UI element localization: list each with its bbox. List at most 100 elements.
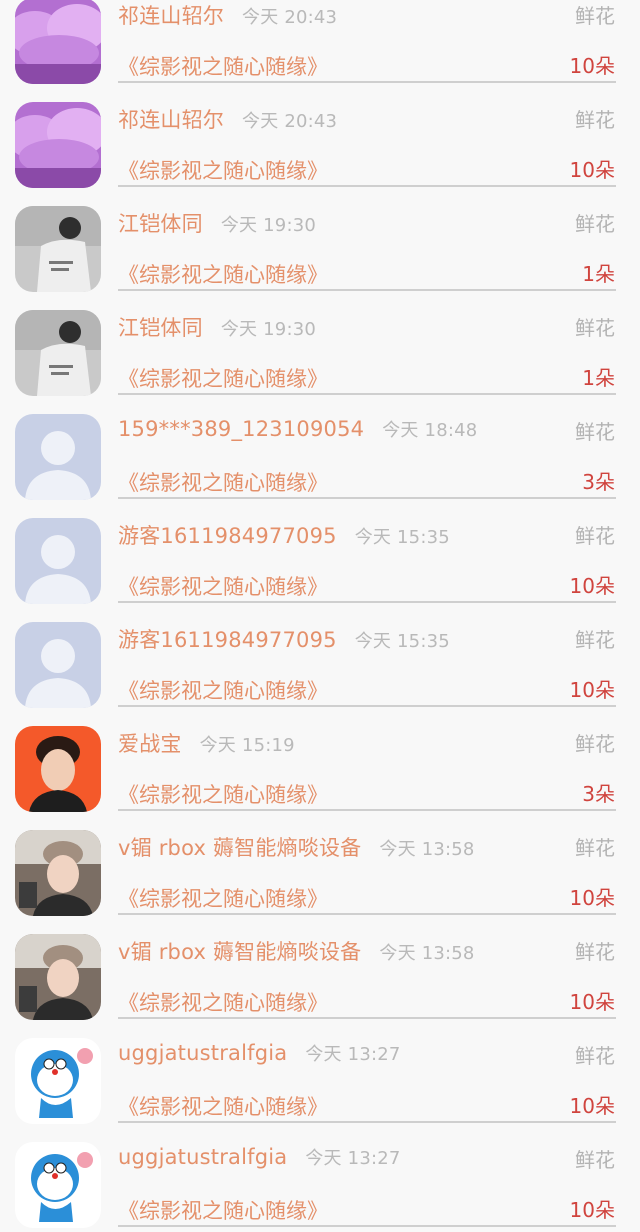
work-title-link[interactable]: 《综影视之随心随缘》 bbox=[118, 1091, 328, 1121]
grayscale-person-avatar[interactable] bbox=[15, 310, 101, 396]
gift-record-row[interactable]: 祁连山轺尔 今天 20:43 鲜花 《综影视之随心随缘》 10朵 bbox=[0, 88, 640, 192]
default-user-avatar[interactable] bbox=[15, 518, 101, 604]
row-divider bbox=[118, 185, 616, 187]
gift-count: 10朵 bbox=[569, 886, 615, 910]
row-divider bbox=[118, 1017, 616, 1019]
gift-type: 鲜花 bbox=[575, 628, 615, 652]
gift-count: 10朵 bbox=[569, 54, 615, 78]
gift-count: 10朵 bbox=[569, 678, 615, 702]
gift-record-row[interactable]: 江铠体同 今天 19:30 鲜花 《综影视之随心随缘》 1朵 bbox=[0, 296, 640, 400]
gift-time: 今天 13:58 bbox=[379, 943, 475, 964]
gift-record-row[interactable]: uggjatustralfgia 今天 13:27 鲜花 《综影视之随心随缘》 1… bbox=[0, 1024, 640, 1128]
work-title-link[interactable]: 《综影视之随心随缘》 bbox=[118, 259, 328, 289]
user-name-text: 爱战宝 bbox=[118, 732, 182, 756]
gift-record-row[interactable]: 祁连山轺尔 今天 20:43 鲜花 《综影视之随心随缘》 10朵 bbox=[0, 0, 640, 88]
user-name-text: uggjatustralfgia bbox=[118, 1041, 288, 1065]
grayscale-person-avatar[interactable] bbox=[15, 206, 101, 292]
default-user-avatar[interactable] bbox=[15, 414, 101, 500]
row-divider bbox=[118, 1121, 616, 1123]
doraemon-avatar[interactable] bbox=[15, 1038, 101, 1124]
user-name: 游客1611984977095 今天 15:35 bbox=[118, 520, 450, 550]
user-name: 游客1611984977095 今天 15:35 bbox=[118, 624, 450, 654]
user-name-text: 游客1611984977095 bbox=[118, 524, 337, 548]
work-title-link[interactable]: 《综影视之随心随缘》 bbox=[118, 51, 328, 81]
row-divider bbox=[118, 705, 616, 707]
purple-tree-avatar[interactable] bbox=[15, 0, 101, 84]
row-divider bbox=[118, 1225, 616, 1227]
gift-time: 今天 13:27 bbox=[305, 1148, 401, 1169]
doraemon-avatar[interactable] bbox=[15, 1142, 101, 1228]
purple-tree-avatar[interactable] bbox=[15, 102, 101, 188]
row-divider bbox=[118, 497, 616, 499]
gift-record-row[interactable]: 游客1611984977095 今天 15:35 鲜花 《综影视之随心随缘》 10… bbox=[0, 608, 640, 712]
gift-count: 10朵 bbox=[569, 158, 615, 182]
work-title-link[interactable]: 《综影视之随心随缘》 bbox=[118, 883, 328, 913]
gift-time: 今天 19:30 bbox=[220, 319, 317, 340]
work-title-link[interactable]: 《综影视之随心随缘》 bbox=[118, 987, 328, 1017]
user-name: 159***389_123109054 今天 18:48 bbox=[118, 416, 477, 442]
gift-type: 鲜花 bbox=[575, 108, 615, 132]
row-divider bbox=[118, 393, 616, 395]
gift-time: 今天 13:27 bbox=[305, 1044, 401, 1065]
gift-type: 鲜花 bbox=[575, 420, 615, 444]
orange-portrait-avatar[interactable] bbox=[15, 726, 101, 812]
gift-type: 鲜花 bbox=[575, 212, 615, 236]
gift-time: 今天 13:58 bbox=[379, 839, 475, 860]
gift-type: 鲜花 bbox=[575, 836, 615, 860]
default-user-avatar[interactable] bbox=[15, 622, 101, 708]
work-title-link[interactable]: 《综影视之随心随缘》 bbox=[118, 779, 328, 809]
gift-time: 今天 20:43 bbox=[242, 7, 338, 28]
work-title-link[interactable]: 《综影视之随心随缘》 bbox=[118, 1195, 328, 1225]
user-name: 爱战宝 今天 15:19 bbox=[118, 728, 295, 758]
row-divider bbox=[118, 289, 616, 291]
gift-type: 鲜花 bbox=[575, 732, 615, 756]
gift-time: 今天 20:43 bbox=[242, 111, 338, 132]
gift-record-row[interactable]: v镅 rbox 薅智能熵啖设备 今天 13:58 鲜花 《综影视之随心随缘》 10… bbox=[0, 816, 640, 920]
gift-record-row[interactable]: uggjatustralfgia 今天 13:27 鲜花 《综影视之随心随缘》 1… bbox=[0, 1128, 640, 1232]
user-name: 祁连山轺尔 今天 20:43 bbox=[118, 0, 337, 30]
user-name: 祁连山轺尔 今天 20:43 bbox=[118, 104, 337, 134]
gift-record-row[interactable]: v镅 rbox 薅智能熵啖设备 今天 13:58 鲜花 《综影视之随心随缘》 10… bbox=[0, 920, 640, 1024]
user-name: 江铠体同 今天 19:30 bbox=[118, 208, 316, 238]
gift-time: 今天 15:35 bbox=[354, 631, 450, 652]
gift-record-row[interactable]: 江铠体同 今天 19:30 鲜花 《综影视之随心随缘》 1朵 bbox=[0, 192, 640, 296]
user-name-text: 游客1611984977095 bbox=[118, 628, 337, 652]
work-title-link[interactable]: 《综影视之随心随缘》 bbox=[118, 467, 328, 497]
work-title-link[interactable]: 《综影视之随心随缘》 bbox=[118, 675, 328, 705]
user-name-text: 祁连山轺尔 bbox=[118, 108, 224, 132]
gift-time: 今天 19:30 bbox=[220, 215, 317, 236]
gift-record-row[interactable]: 游客1611984977095 今天 15:35 鲜花 《综影视之随心随缘》 10… bbox=[0, 504, 640, 608]
work-title-link[interactable]: 《综影视之随心随缘》 bbox=[118, 155, 328, 185]
user-name-text: 159***389_123109054 bbox=[118, 417, 365, 441]
gift-count: 3朵 bbox=[582, 470, 615, 494]
row-divider bbox=[118, 913, 616, 915]
gift-count: 10朵 bbox=[569, 990, 615, 1014]
user-name-text: 江铠体同 bbox=[118, 212, 203, 236]
user-name: v镅 rbox 薅智能熵啖设备 今天 13:58 bbox=[118, 936, 475, 966]
user-name: uggjatustralfgia 今天 13:27 bbox=[118, 1040, 401, 1066]
gift-type: 鲜花 bbox=[575, 524, 615, 548]
user-name-text: 江铠体同 bbox=[118, 316, 203, 340]
gift-record-row[interactable]: 爱战宝 今天 15:19 鲜花 《综影视之随心随缘》 3朵 bbox=[0, 712, 640, 816]
row-divider bbox=[118, 81, 616, 83]
gift-type: 鲜花 bbox=[575, 4, 615, 28]
selfie-portrait-avatar[interactable] bbox=[15, 830, 101, 916]
user-name-text: uggjatustralfgia bbox=[118, 1145, 288, 1169]
gift-type: 鲜花 bbox=[575, 940, 615, 964]
work-title-link[interactable]: 《综影视之随心随缘》 bbox=[118, 363, 328, 393]
gift-count: 1朵 bbox=[582, 262, 615, 286]
user-name: v镅 rbox 薅智能熵啖设备 今天 13:58 bbox=[118, 832, 475, 862]
selfie-portrait-avatar[interactable] bbox=[15, 934, 101, 1020]
row-divider bbox=[118, 601, 616, 603]
work-title-link[interactable]: 《综影视之随心随缘》 bbox=[118, 571, 328, 601]
gift-time: 今天 15:35 bbox=[354, 527, 450, 548]
gift-count: 10朵 bbox=[569, 574, 615, 598]
user-name: uggjatustralfgia 今天 13:27 bbox=[118, 1144, 401, 1170]
user-name-text: 祁连山轺尔 bbox=[118, 4, 224, 28]
gift-count: 1朵 bbox=[582, 366, 615, 390]
gift-time: 今天 15:19 bbox=[199, 735, 295, 756]
gift-type: 鲜花 bbox=[575, 1044, 615, 1068]
gift-count: 10朵 bbox=[569, 1198, 615, 1222]
gift-type: 鲜花 bbox=[575, 1148, 615, 1172]
gift-record-row[interactable]: 159***389_123109054 今天 18:48 鲜花 《综影视之随心随缘… bbox=[0, 400, 640, 504]
